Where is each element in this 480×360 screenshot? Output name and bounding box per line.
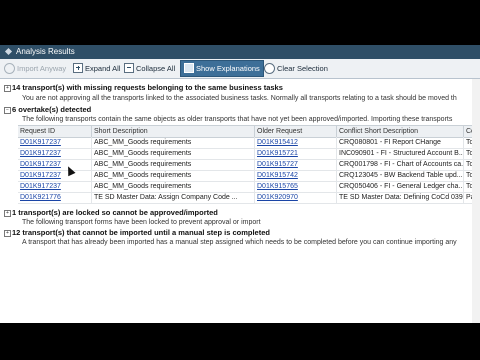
explanations-icon [184,63,194,74]
older-request-link[interactable]: D01K915727 [255,159,337,170]
clear-icon [264,62,275,74]
short-description-cell: ABC_MM_Goods requirements [92,170,255,181]
expand-all-label: Expand All [85,64,121,73]
window-icon [4,48,13,56]
collapse-icon [124,63,134,74]
column-header[interactable]: Short Description [92,126,255,137]
older-request-link[interactable]: D01K915765 [255,181,337,192]
section-title: 12 transport(s) that cannot be imported … [12,228,270,237]
short-description-cell: ABC_MM_Goods requirements [92,148,255,159]
request-id-link[interactable]: D01K917237 [18,148,92,159]
section-toggle[interactable]: − [4,107,11,114]
section-description: The following transports contain the sam… [22,116,453,123]
request-id-link[interactable]: D01K917237 [18,170,92,181]
short-description-cell: ABC_MM_Goods requirements [92,181,255,192]
clear-selection-button[interactable]: Clear Selection [264,61,328,76]
conflict-description-cell: TE SD Master Data: Defining CoCd 039 ... [339,192,464,203]
section-title: 14 transport(s) with missing requests be… [12,83,283,92]
check-circle-icon [4,62,15,74]
vertical-scrollbar[interactable] [472,79,480,323]
older-request-link[interactable]: D01K920970 [255,192,337,203]
conflict-description-cell: CRQ123045 - BW Backend Table upd... [339,170,464,181]
older-request-link[interactable]: D01K915742 [255,170,337,181]
conflict-description-cell: CRQ080801 - FI Report CHange [337,137,464,148]
request-id-link[interactable]: D01K921776 [18,192,92,203]
collapse-all-button[interactable]: Collapse All [124,61,175,76]
show-explanations-button[interactable]: Show Explanations [180,60,264,77]
section-toggle[interactable]: + [4,230,11,237]
window-title: Analysis Results [16,47,75,56]
column-header[interactable]: Older Request [255,126,337,137]
import-anyway-label: Import Anyway [17,64,67,73]
section-title: 6 overtake(s) detected [12,105,92,114]
section-description: The following transport forms have been … [22,219,261,226]
import-anyway-button[interactable]: Import Anyway [4,61,66,76]
conflict-description-cell: INC090901 - FI - Structured Account B... [339,148,464,159]
column-header[interactable]: Request ID [18,126,92,137]
section-description: A transport that has already been import… [22,239,457,246]
section-description: You are not approving all the transports… [22,95,457,102]
results-panel: + 14 transport(s) with missing requests … [0,79,480,323]
request-id-link[interactable]: D01K917237 [18,159,92,170]
video-top-bar [0,0,480,45]
toolbar: Import Anyway Expand All Collapse All Sh… [0,59,480,79]
short-description-cell: TE SD Master Data: Assign Company Code .… [92,192,255,203]
clear-selection-label: Clear Selection [277,64,328,73]
older-request-link[interactable]: D01K915412 [255,137,337,148]
expand-icon [73,63,83,74]
section-toggle[interactable]: + [4,85,11,92]
section-toggle[interactable]: + [4,210,11,217]
collapse-all-label: Collapse All [136,64,176,73]
show-explanations-label: Show Explanations [196,64,260,73]
conflict-description-cell: CRQ001798 - FI - Chart of Accounts ca... [339,159,464,170]
table-row[interactable]: D01K921776 TE SD Master Data: Assign Com… [18,192,480,204]
request-id-link[interactable]: D01K917237 [18,181,92,192]
section-title: 1 transport(s) are locked so cannot be a… [12,208,218,217]
short-description-cell: ABC_MM_Goods requirements [92,137,255,148]
video-bottom-bar [0,323,480,360]
short-description-cell: ABC_MM_Goods requirements [92,159,255,170]
request-id-link[interactable]: D01K917237 [18,137,92,148]
column-header[interactable]: Conflict Short Description [337,126,464,137]
conflict-description-cell: CRQ050406 - FI - General Ledger cha... [339,181,464,192]
older-request-link[interactable]: D01K915721 [255,148,337,159]
window-titlebar: Analysis Results [0,45,480,59]
expand-all-button[interactable]: Expand All [73,61,120,76]
